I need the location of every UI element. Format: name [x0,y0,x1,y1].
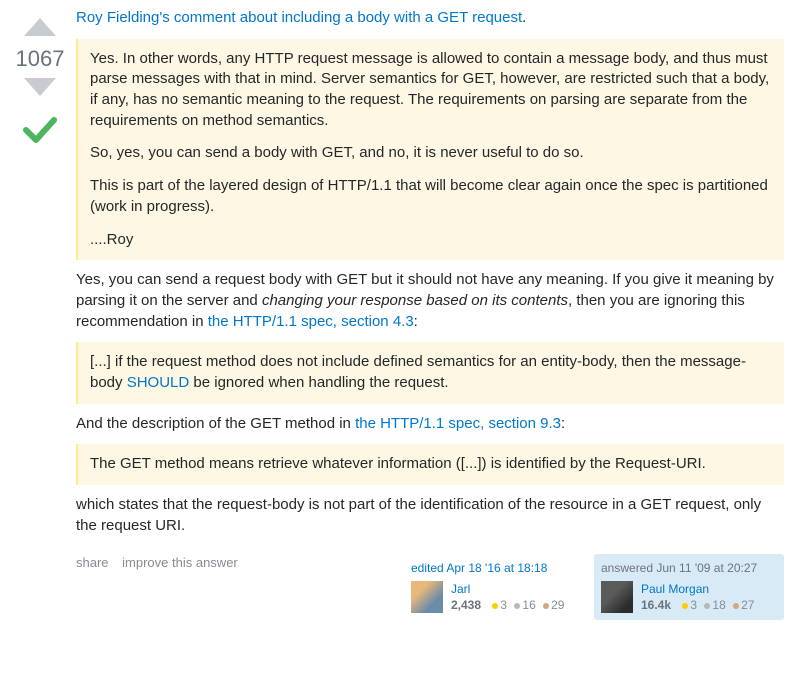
editor-card: edited Apr 18 '16 at 18:18 Jarl 2,438 3 … [404,554,594,620]
share-link[interactable]: share [76,555,109,570]
gold-badge-icon [682,603,688,609]
post-actions: share improve this answer [76,554,248,572]
spec-4-3-link[interactable]: the HTTP/1.1 spec, section 4.3 [208,313,414,330]
bronze-badge-icon [543,603,549,609]
bronze-badge-icon [733,603,739,609]
editor-avatar-link[interactable] [411,581,451,613]
paragraph-3: which states that the request-body is no… [76,495,784,536]
intro-link-text: Roy Fielding's comment about including a… [76,9,522,26]
author-name[interactable]: Paul Morgan [641,582,709,596]
accepted-check-icon [22,116,58,150]
gold-badge-icon [492,603,498,609]
editor-rep: 2,438 [451,598,481,612]
edit-time-link[interactable]: edited Apr 18 '16 at 18:18 [411,561,547,575]
silver-badge-icon [514,603,520,609]
upvote-button[interactable] [22,12,58,42]
avatar [411,581,443,613]
post-footer: share improve this answer edited Apr 18 … [76,554,784,620]
quote1-p3: This is part of the layered design of HT… [90,176,772,217]
paragraph-2: And the description of the GET method in… [76,414,784,435]
avatar [601,581,633,613]
answer-time: answered Jun 11 '09 at 20:27 [601,560,777,576]
edit-time: edited Apr 18 '16 at 18:18 [411,560,587,576]
editor-name[interactable]: Jarl [451,582,470,596]
quote1-p2: So, yes, you can send a body with GET, a… [90,143,772,164]
quote1-p1: Yes. In other words, any HTTP request me… [90,49,772,132]
quote1-p4: ....Roy [90,230,772,251]
vote-count: 1067 [16,46,65,72]
spec-9-3-link[interactable]: the HTTP/1.1 spec, section 9.3 [355,415,561,432]
quote-spec-4-3: [...] if the request method does not inc… [76,342,784,403]
answer-body: Roy Fielding's comment about including a… [64,8,784,620]
vote-column: 1067 [16,8,64,620]
silver-badge-icon [704,603,710,609]
author-card: answered Jun 11 '09 at 20:27 Paul Morgan… [594,554,784,620]
emphasis: changing your response based on its cont… [262,292,568,309]
quote-fielding: Yes. In other words, any HTTP request me… [76,39,784,261]
author-avatar-link[interactable] [601,581,641,613]
downvote-button[interactable] [22,76,58,106]
author-rep: 16.4k [641,598,671,612]
paragraph-1: Yes, you can send a request body with GE… [76,270,784,332]
should-link[interactable]: SHOULD [127,374,190,391]
intro-link[interactable]: Roy Fielding's comment about including a… [76,9,522,26]
improve-link[interactable]: improve this answer [122,555,238,570]
answer-post: 1067 Roy Fielding's comment about includ… [16,8,784,620]
quote-spec-9-3: The GET method means retrieve whatever i… [76,444,784,485]
